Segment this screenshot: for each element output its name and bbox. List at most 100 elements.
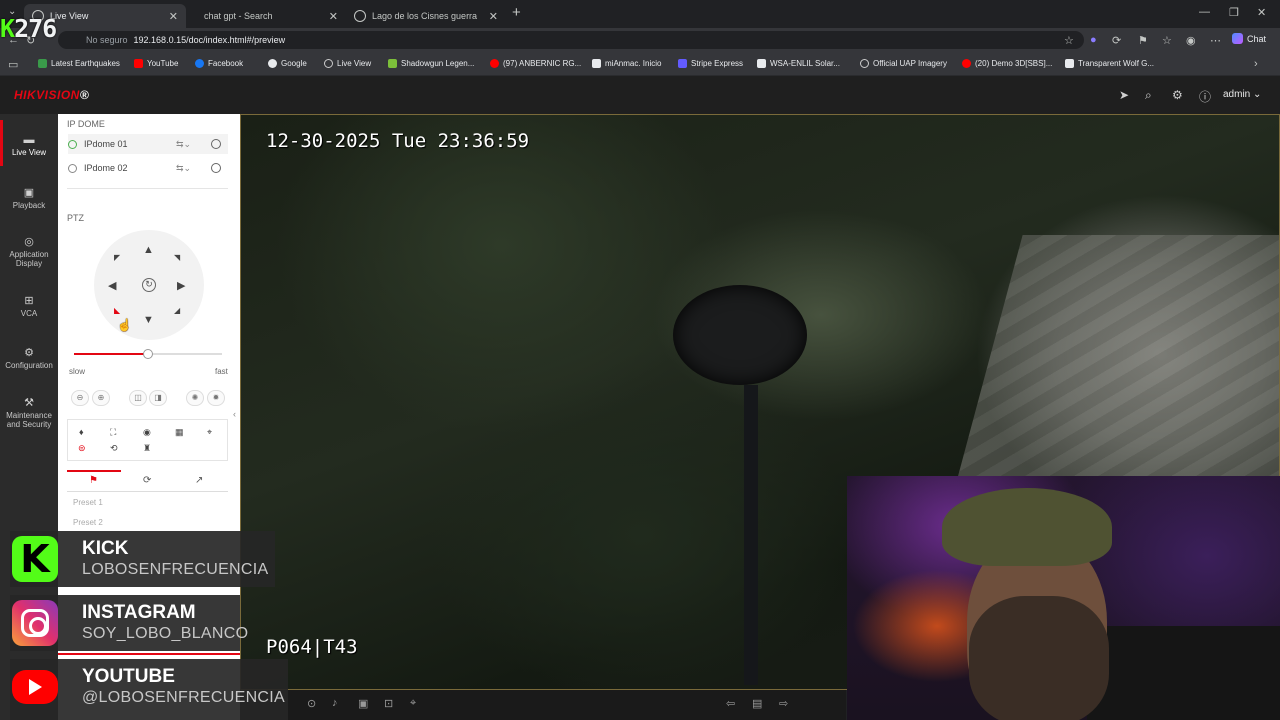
chevron-right-icon[interactable]: › <box>1254 58 1258 70</box>
ptz-up-right-icon[interactable]: ◥ <box>174 253 180 262</box>
google-icon <box>268 59 277 68</box>
ptz-lock-icon[interactable]: ⌖ <box>410 697 416 710</box>
record-icon[interactable] <box>211 163 221 173</box>
preset-item[interactable]: Preset 2 <box>73 518 103 527</box>
camera-status-icon <box>68 139 77 149</box>
bookmark-item[interactable]: Latest Earthquakes <box>38 59 120 68</box>
bookmark-item[interactable]: WSA-ENLIL Solar... <box>757 59 840 68</box>
app-logo: HIKVISION® <box>14 88 89 102</box>
tab-lago[interactable]: Lago de los Cisnes guerra ✕ <box>346 4 506 28</box>
search-icon[interactable]: ⌕ <box>1145 88 1152 103</box>
user-menu[interactable]: admin ⌄ <box>1223 89 1261 100</box>
url-text[interactable]: 192.168.0.15/doc/index.html#/preview <box>134 35 286 45</box>
security-label[interactable]: No seguro <box>86 35 128 45</box>
speed-slider-knob[interactable] <box>143 349 153 359</box>
capture-icon[interactable]: ⊙ <box>307 697 316 710</box>
chat-button[interactable]: Chat <box>1232 33 1266 44</box>
focus-far-icon[interactable]: ◨ <box>149 390 167 406</box>
preset-item[interactable]: Preset 1 <box>73 498 103 507</box>
restore-icon[interactable]: ❐ <box>1229 6 1239 19</box>
digital-zoom-icon[interactable]: ⊡ <box>384 697 393 710</box>
close-tab-icon[interactable]: ✕ <box>329 10 338 23</box>
grid-icon[interactable]: ▦ <box>175 427 184 438</box>
ptz-down-icon[interactable]: ▼ <box>143 314 154 326</box>
youtube-icon <box>490 59 499 68</box>
bookmark-item[interactable]: Transparent Wolf G... <box>1065 59 1154 68</box>
patrol-tab-icon[interactable]: ⟳ <box>143 475 151 486</box>
minimize-icon[interactable]: — <box>1199 6 1210 18</box>
bookmark-item[interactable]: Official UAP Imagery <box>860 59 947 68</box>
sidebar-item-playback[interactable]: ▣ Playback <box>0 188 58 211</box>
bookmark-label: (97) ANBERNIC RG... <box>503 59 582 68</box>
sidebar-toggle-icon[interactable]: ▭ <box>8 58 18 71</box>
ptz-auto-icon[interactable]: ↻ <box>142 278 156 292</box>
bookmark-star-icon[interactable]: ☆ <box>1064 34 1074 47</box>
close-tab-icon[interactable]: ✕ <box>169 10 178 23</box>
info-icon[interactable]: ⓘ <box>1199 88 1211 105</box>
ptz-right-icon[interactable]: ▶ <box>177 279 185 292</box>
focus-frame-icon[interactable]: ⛶ <box>110 427 116 438</box>
tab-globe-icon <box>354 10 366 22</box>
bookmark-item[interactable]: YouTube <box>134 59 178 68</box>
next-icon[interactable]: ⇨ <box>779 697 788 710</box>
lens-init-icon[interactable]: ◉ <box>143 427 151 438</box>
light-icon[interactable]: ♦ <box>79 427 84 437</box>
address-bar[interactable]: No seguro 192.168.0.15/doc/index.html#/p… <box>58 31 1084 49</box>
bookmark-item[interactable]: Live View <box>324 59 371 68</box>
ptz-left-icon[interactable]: ◀ <box>108 279 116 292</box>
iris-close-icon[interactable]: ✹ <box>207 390 225 406</box>
manual-tracking-icon[interactable]: ♜ <box>143 443 151 454</box>
ptz-up-left-icon[interactable]: ◤ <box>114 253 120 262</box>
sidebar-item-live-view[interactable]: ▬ Live View <box>0 135 58 158</box>
pattern-tab-icon[interactable]: ↗ <box>195 475 203 486</box>
collapse-panel-icon[interactable]: ‹ <box>233 409 236 419</box>
bookmark-item[interactable]: (97) ANBERNIC RG... <box>490 59 581 68</box>
preset-tab-flag-icon[interactable]: ⚑ <box>89 475 98 486</box>
extension-icon[interactable]: ● <box>1090 34 1097 46</box>
camera-item-ipdome-02[interactable]: IPdome 02 ⇆⌄ <box>68 158 228 178</box>
new-tab-icon[interactable]: + <box>512 4 521 21</box>
3d-positioning-icon[interactable]: ⌖ <box>207 427 212 438</box>
zoom-in-icon[interactable]: ⊕ <box>92 390 110 406</box>
app-header <box>0 76 1280 114</box>
extension-icon[interactable]: ⚑ <box>1138 34 1148 47</box>
close-tab-icon[interactable]: ✕ <box>489 10 498 23</box>
extension-icon[interactable]: ⟳ <box>1112 34 1121 47</box>
tab-chat-gpt[interactable]: chat gpt - Search ✕ <box>196 4 346 28</box>
sidebar-item-vca[interactable]: ⊞ VCA <box>0 296 58 319</box>
bookmark-item[interactable]: Shadowgun Legen... <box>388 59 474 68</box>
bookmark-item[interactable]: Stripe Express <box>678 59 743 68</box>
sidebar-item-application-display[interactable]: ◎ Application Display <box>0 237 58 269</box>
ptz-up-icon[interactable]: ▲ <box>143 244 154 256</box>
tools-icon[interactable]: ⚙ <box>1172 88 1183 102</box>
ptz-down-left-icon[interactable]: ◣ <box>114 306 120 315</box>
kick-counter-value: 276 <box>14 14 57 43</box>
favorites-icon[interactable]: ☆ <box>1162 34 1172 47</box>
ptz-down-right-icon[interactable]: ◢ <box>174 306 180 315</box>
sidebar-item-maintenance[interactable]: ⚒ Maintenance and Security <box>0 398 58 430</box>
stream-select-icon[interactable]: ⇆⌄ <box>176 163 191 174</box>
camera-item-ipdome-01[interactable]: IPdome 01 ⇆⌄ <box>68 134 228 154</box>
layout-icon[interactable]: ▤ <box>752 697 762 710</box>
bookmark-item[interactable]: Facebook <box>195 59 243 68</box>
record-icon[interactable] <box>211 139 221 149</box>
profile-icon[interactable]: ◉ <box>1186 34 1196 47</box>
zoom-out-icon[interactable]: ⊖ <box>71 390 89 406</box>
stream-select-icon[interactable]: ⇆⌄ <box>176 139 191 150</box>
close-window-icon[interactable]: ✕ <box>1257 6 1266 19</box>
bookmark-item[interactable]: (20) Demo 3D[SBS]... <box>962 59 1052 68</box>
webcam-cap <box>942 488 1112 566</box>
previous-icon[interactable]: ⇦ <box>726 697 735 710</box>
menu-icon[interactable]: ⋯ <box>1210 34 1221 47</box>
record-video-icon[interactable]: ▣ <box>358 697 368 710</box>
osd-timestamp: 12-30-2025 Tue 23:36:59 <box>266 130 530 152</box>
sync-icon[interactable]: ⟲ <box>110 443 118 454</box>
focus-near-icon[interactable]: ◫ <box>129 390 147 406</box>
microphone-icon[interactable]: ♪ <box>332 697 338 709</box>
wiper-icon[interactable]: ⊜ <box>78 443 86 454</box>
iris-open-icon[interactable]: ✺ <box>186 390 204 406</box>
send-icon[interactable]: ➤ <box>1119 88 1129 102</box>
bookmark-item[interactable]: Google <box>268 59 307 68</box>
sidebar-item-configuration[interactable]: ⚙ Configuration <box>0 348 58 371</box>
bookmark-item[interactable]: miAnmac. Inicio <box>592 59 661 68</box>
